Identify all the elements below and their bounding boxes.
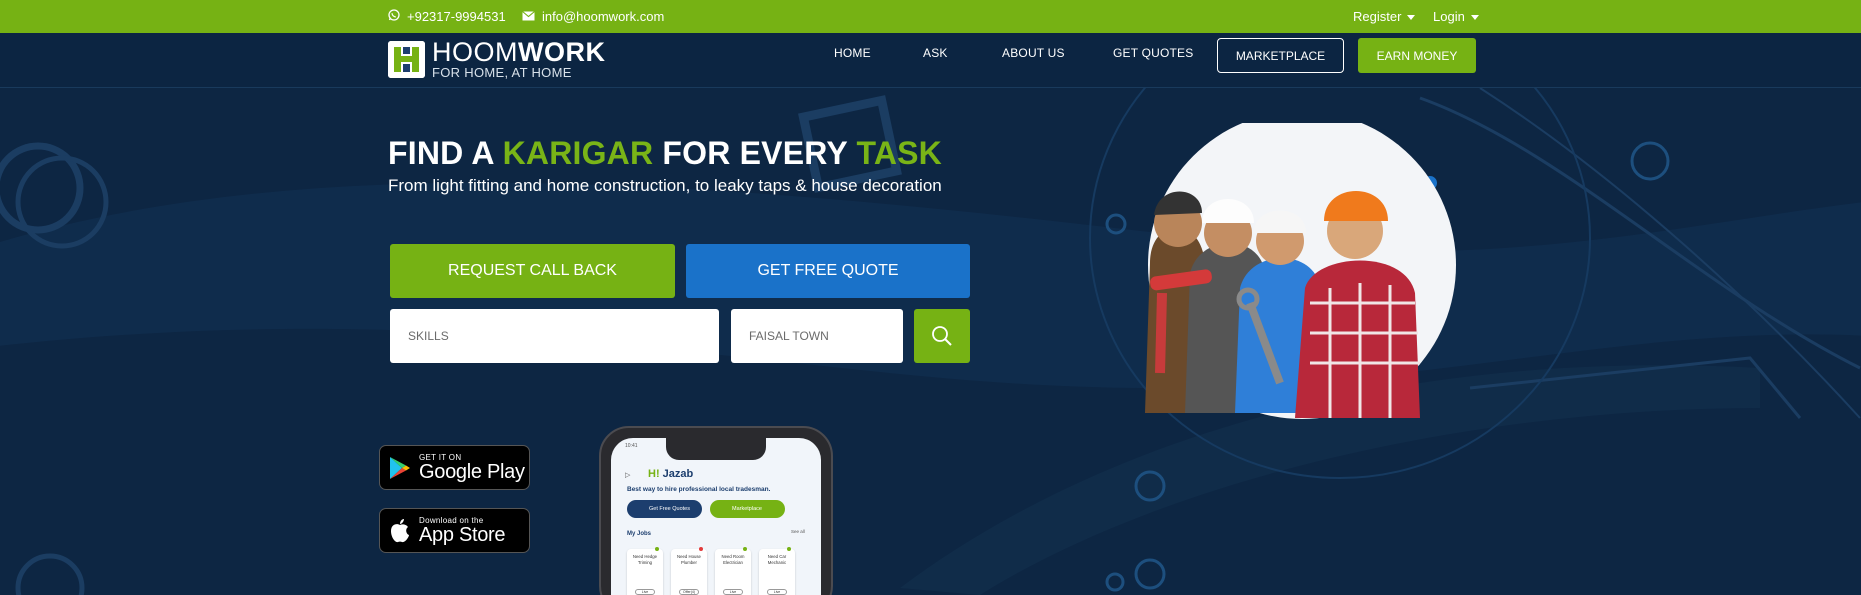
main-navbar: HOOMWORK FOR HOME, AT HOME HOME ASK ABOU…: [0, 33, 1861, 88]
job-card-status: Live: [767, 589, 787, 595]
nav-get-quotes[interactable]: GET QUOTES: [1113, 33, 1193, 73]
email-contact[interactable]: info@hoomwork.com: [522, 0, 664, 33]
login-dropdown[interactable]: Login: [1433, 0, 1479, 33]
headline-part-3: FOR EVERY: [653, 135, 857, 171]
app-get-free-quotes-button: Get Free Quotes: [627, 500, 702, 518]
greeting-name: Jazab: [659, 468, 694, 480]
app-job-card: Need Room Electrician Live: [715, 547, 751, 595]
hero-subtitle: From light fitting and home construction…: [388, 176, 942, 195]
back-arrow-icon: ▷: [625, 472, 631, 479]
app-store-badge[interactable]: Download on the App Store: [379, 508, 530, 553]
status-dot: [699, 547, 703, 551]
greeting-hi: H!: [648, 468, 660, 480]
job-card-line2: Electrician: [723, 559, 743, 565]
login-label: Login: [1433, 9, 1465, 24]
register-dropdown[interactable]: Register: [1353, 0, 1416, 33]
skills-input[interactable]: [390, 309, 719, 363]
job-card-line2: Triming: [637, 559, 653, 565]
phone-contact[interactable]: +92317-9994531: [388, 0, 506, 33]
job-card-status: Live: [723, 589, 743, 595]
get-free-quote-button[interactable]: GET FREE QUOTE: [686, 244, 970, 298]
request-call-back-button[interactable]: REQUEST CALL BACK: [390, 244, 675, 298]
headline-karigar: KARIGAR: [502, 135, 654, 171]
phone-mockup: 10:41 ▷ H! Jazab Best way to hire profes…: [599, 426, 833, 595]
caret-down-icon: [1407, 15, 1416, 20]
app-job-card: Need Car Mechanic Live: [759, 547, 795, 595]
brand-name-light: HOOM: [432, 37, 518, 67]
phone-number: +92317-9994531: [407, 9, 506, 24]
brand-tagline: FOR HOME, AT HOME: [432, 65, 572, 80]
nav-home[interactable]: HOME: [834, 33, 871, 73]
hero-headline: FIND A KARIGAR FOR EVERY TASK: [388, 135, 942, 172]
hero-section: FIND A KARIGAR FOR EVERY TASK From light…: [0, 88, 1861, 595]
location-input[interactable]: [731, 309, 903, 363]
caret-down-icon: [1470, 15, 1479, 20]
brand-logo[interactable]: HOOMWORK FOR HOME, AT HOME: [388, 39, 605, 80]
status-dot: [655, 547, 659, 551]
job-card-line2: Plumber: [680, 559, 697, 565]
phone-status-time: 10:41: [625, 443, 638, 449]
app-store-big-text: App Store: [419, 524, 506, 546]
earn-money-button[interactable]: EARN MONEY: [1358, 38, 1476, 73]
logo-text: HOOMWORK FOR HOME, AT HOME: [432, 39, 605, 80]
app-greeting: H! Jazab: [648, 468, 693, 480]
register-label: Register: [1353, 9, 1402, 24]
nav-about-us[interactable]: ABOUT US: [1002, 33, 1065, 73]
app-job-card: Need Hedge Triming Live: [627, 547, 663, 595]
status-dot: [787, 547, 791, 551]
workers-illustration: [1145, 123, 1456, 419]
nav-ask[interactable]: ASK: [923, 33, 948, 73]
apple-icon: [391, 518, 409, 542]
brand-name-bold: WORK: [518, 37, 606, 67]
top-bar: +92317-9994531 info@hoomwork.com Registe…: [0, 0, 1861, 33]
whatsapp-icon: [388, 9, 400, 24]
logo-mark-icon: [388, 41, 425, 78]
email-address: info@hoomwork.com: [542, 9, 665, 24]
headline-task: TASK: [856, 135, 942, 171]
envelope-icon: [522, 9, 535, 24]
marketplace-button[interactable]: MARKETPLACE: [1217, 38, 1344, 73]
search-button[interactable]: [914, 309, 970, 363]
app-marketplace-button: Marketplace: [710, 500, 785, 518]
app-tagline: Best way to hire professional local trad…: [627, 486, 771, 493]
app-job-card: Need House Plumber Offer(4): [671, 547, 707, 595]
google-play-big-text: Google Play: [419, 461, 525, 483]
app-my-jobs-title: My Jobs: [627, 531, 652, 537]
google-play-badge[interactable]: GET IT ON Google Play: [379, 445, 530, 490]
phone-screen: 10:41 ▷ H! Jazab Best way to hire profes…: [611, 438, 821, 595]
headline-part-1: FIND A: [388, 135, 503, 171]
job-card-line2: Mechanic: [767, 559, 787, 565]
google-play-icon: [390, 456, 410, 479]
status-dot: [743, 547, 747, 551]
phone-notch: [666, 438, 766, 460]
job-card-status: Live: [635, 589, 655, 595]
app-see-all-link: See all: [791, 529, 805, 534]
search-icon: [932, 326, 952, 346]
job-card-status: Offer(4): [679, 589, 699, 595]
